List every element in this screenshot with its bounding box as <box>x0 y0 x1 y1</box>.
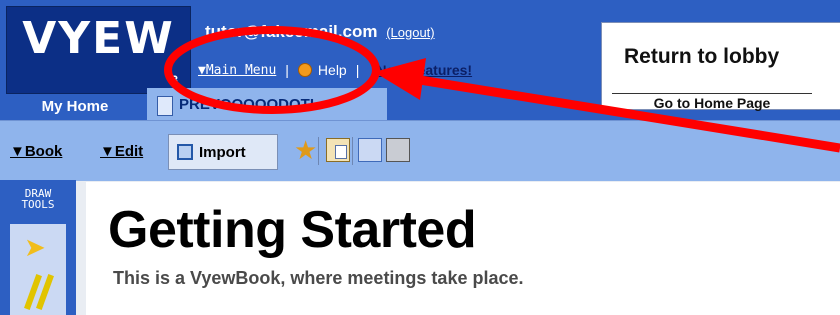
tab-document-label: PREVOOOOODQTI <box>179 96 315 113</box>
page-title: Getting Started <box>108 201 477 259</box>
user-info: tutor@fakeemail.com (Logout) <box>205 22 435 42</box>
toolbar-divider <box>318 137 319 165</box>
tool-list: ➤ <box>10 224 66 315</box>
menu-separator-2: | <box>355 62 360 78</box>
toolbar: ▼Book ▼Edit Import ★ <box>0 120 840 181</box>
draw-tools-panel: DRAW TOOLS ➤ <box>0 180 76 315</box>
toolbar-divider <box>352 137 353 165</box>
menu-separator: | <box>285 62 289 78</box>
help-link[interactable]: Help <box>318 62 347 78</box>
new-features-link[interactable]: New Features! <box>376 62 472 78</box>
go-home-link[interactable]: Go to Home Page <box>612 93 812 111</box>
logo-text: VYEW <box>22 13 175 64</box>
document-icon <box>157 96 173 116</box>
help-icon[interactable] <box>297 63 312 77</box>
star-icon[interactable]: ★ <box>294 137 318 163</box>
grid-icon[interactable] <box>358 138 382 162</box>
logout-link[interactable]: (Logout) <box>386 25 434 40</box>
page-subtitle: This is a VyewBook, where meetings take … <box>113 268 524 288</box>
draw-tools-label-line2: TOOLS <box>21 198 55 211</box>
main-menu-link[interactable]: ▼Main Menu <box>198 63 276 78</box>
draw-tools-label: DRAW TOOLS <box>6 188 70 210</box>
tab-document[interactable]: PREVOOOOODQTI <box>147 88 387 120</box>
return-to-lobby-button[interactable]: Return to lobby <box>624 45 779 69</box>
edit-menu[interactable]: ▼Edit <box>100 143 143 160</box>
import-label: Import <box>199 144 246 161</box>
tab-my-home[interactable]: My Home <box>16 94 134 120</box>
print-icon[interactable] <box>386 138 410 162</box>
logo-sub: 3 <box>171 73 178 87</box>
book-menu[interactable]: ▼Book <box>10 143 62 160</box>
user-email: tutor@fakeemail.com <box>205 22 378 41</box>
top-menu: ▼Main Menu | Help | New Features! <box>198 62 472 78</box>
paste-icon[interactable] <box>326 138 350 162</box>
lobby-panel: Return to lobby Go to Home Page <box>601 22 840 111</box>
import-icon <box>177 144 193 160</box>
pointer-tool-icon[interactable]: ➤ <box>24 232 46 263</box>
page-canvas: Getting Started This is a VyewBook, wher… <box>86 182 840 315</box>
vyew-logo[interactable]: VYEW 3 <box>6 6 191 94</box>
import-button[interactable]: Import <box>168 134 278 170</box>
app-header: VYEW 3 tutor@fakeemail.com (Logout) ▼Mai… <box>0 0 840 120</box>
